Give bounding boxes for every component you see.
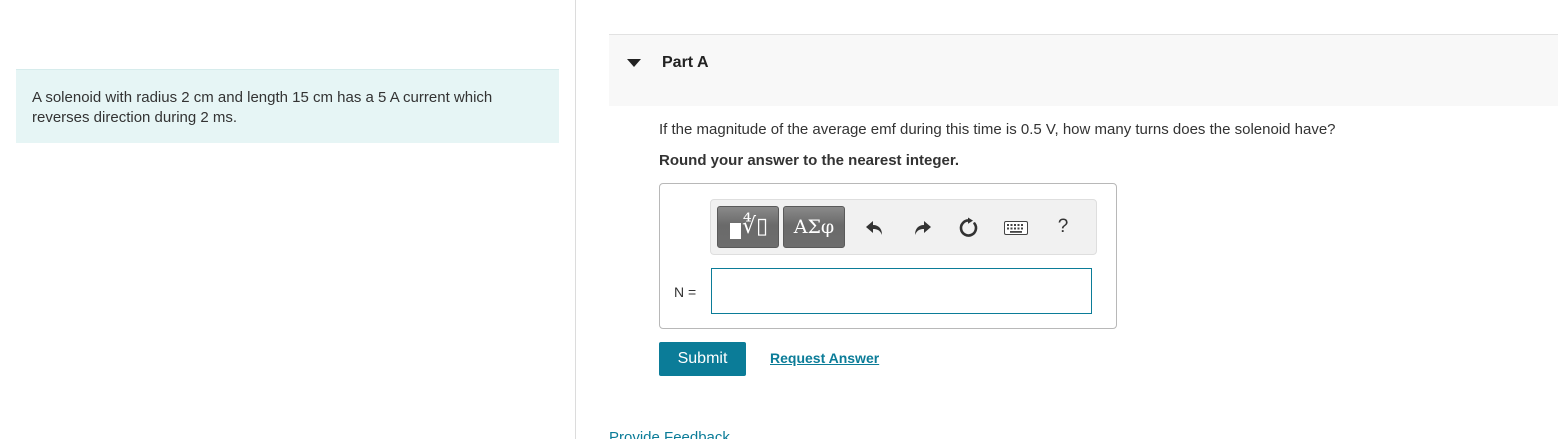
keyboard-button[interactable] [1004,216,1028,240]
question-text: If the magnitude of the average emf duri… [659,121,1336,138]
reset-button[interactable] [957,216,981,240]
templates-button[interactable]: ∜▯ [717,206,779,248]
keyboard-icon [1004,221,1028,235]
help-icon: ? [1057,216,1069,237]
symbols-button[interactable]: ΑΣφ [783,206,845,248]
problem-statement: A solenoid with radius 2 cm and length 1… [16,69,559,143]
symbols-icon: ΑΣφ [793,216,835,238]
redo-button[interactable] [910,216,934,240]
answer-container: ∜▯ ΑΣφ ? N = [659,183,1117,329]
undo-button[interactable] [863,216,887,240]
caret-down-icon[interactable] [627,59,641,67]
instruction-text: Round your answer to the nearest integer… [659,152,960,169]
page: A solenoid with radius 2 cm and length 1… [0,0,1558,439]
part-a-header[interactable]: Part A [609,34,1558,106]
radical-icon: ∜▯ [742,214,769,239]
provide-feedback-link[interactable]: Provide Feedback [609,429,730,439]
undo-icon [866,221,882,235]
submit-button[interactable]: Submit [659,342,746,376]
problem-text: A solenoid with radius 2 cm and length 1… [32,89,493,126]
math-toolbar: ∜▯ ΑΣφ ? [710,199,1097,255]
reset-icon [959,217,978,237]
templates-icon [730,223,741,239]
help-button[interactable]: ? [1051,215,1075,239]
problem-pane: A solenoid with radius 2 cm and length 1… [0,0,576,439]
answer-label: N = [674,284,697,300]
part-title: Part A [662,54,709,71]
answer-input[interactable] [711,268,1092,314]
request-answer-link[interactable]: Request Answer [770,350,879,366]
redo-icon [915,221,931,235]
